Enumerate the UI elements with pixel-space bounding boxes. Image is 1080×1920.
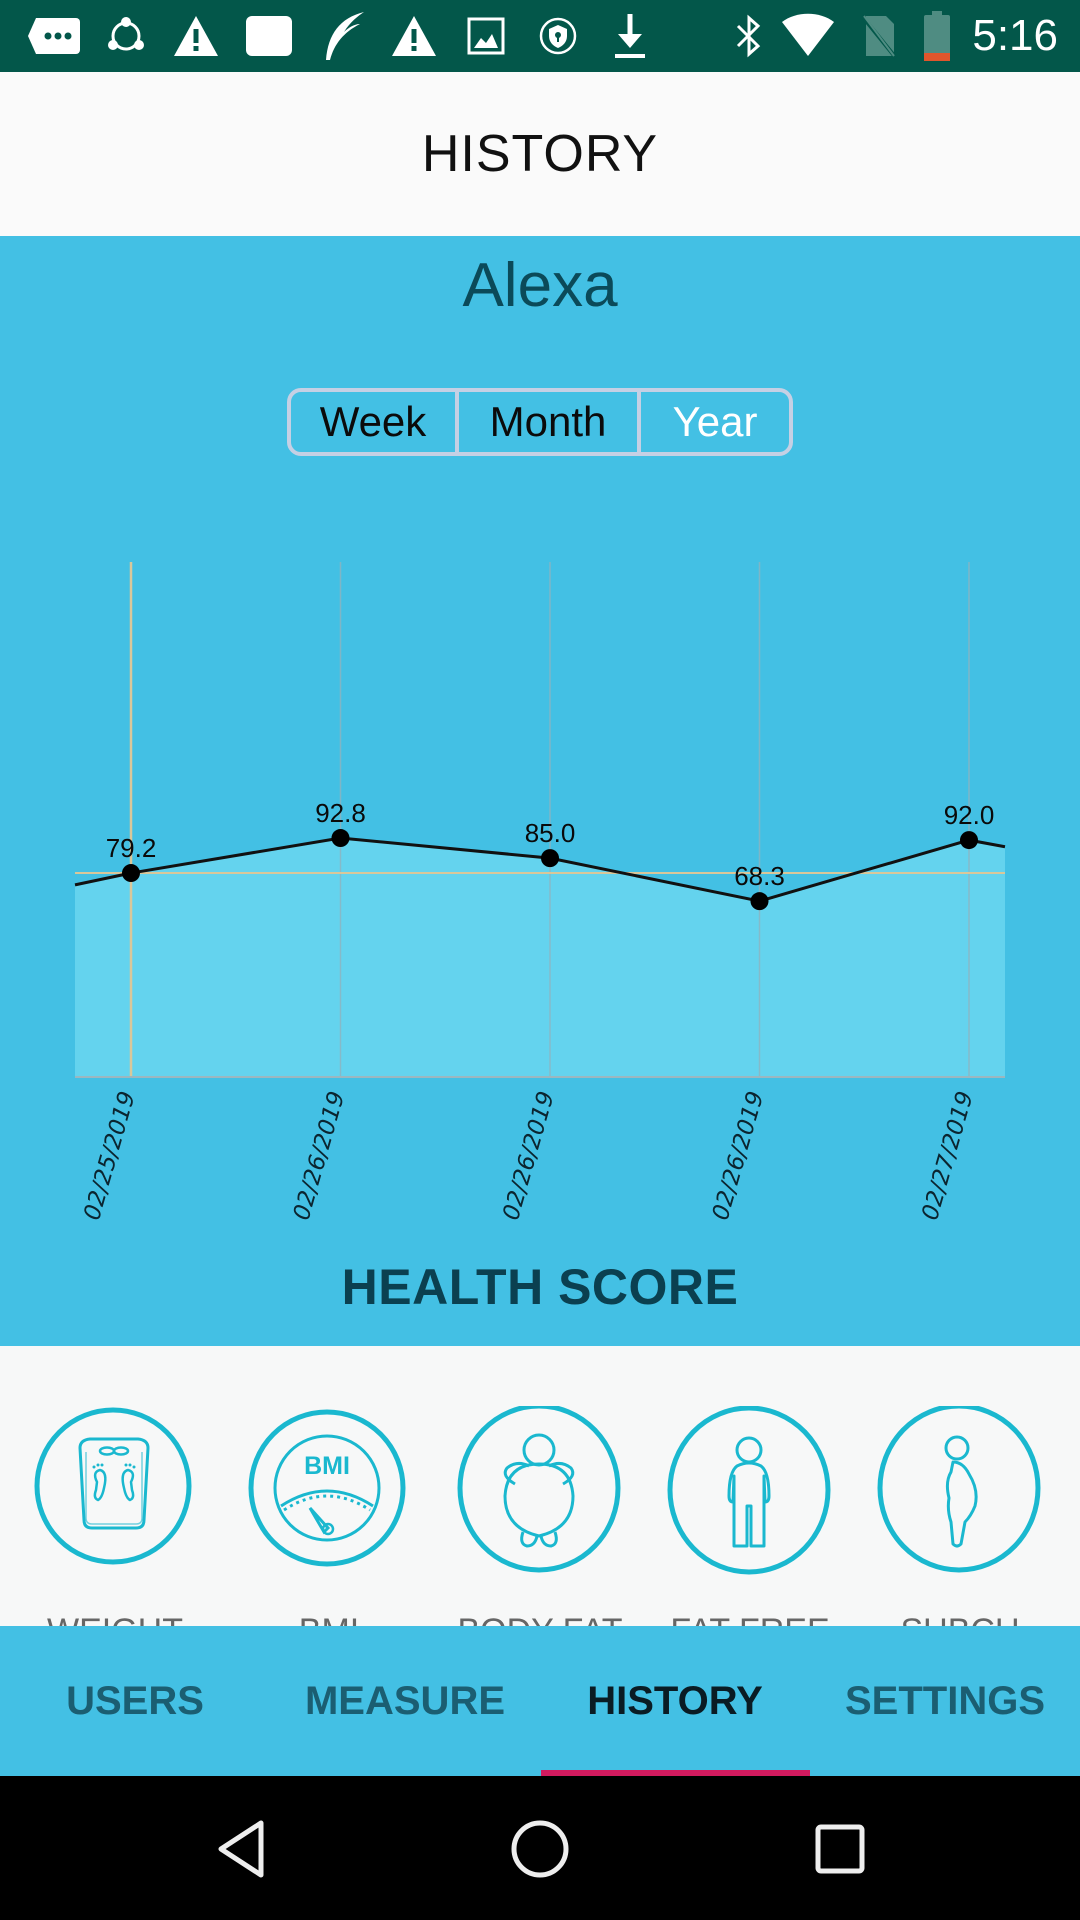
tab-history[interactable]: HISTORY <box>540 1626 810 1776</box>
x-tick-label: 02/26/2019 <box>498 1088 560 1223</box>
data-point[interactable] <box>541 849 559 868</box>
data-point[interactable] <box>331 829 350 848</box>
tab-measure[interactable]: MEASURE <box>270 1626 540 1776</box>
metric-fat-free[interactable]: FAT FREE <box>665 1346 835 1626</box>
metric-label: SUBCU <box>855 1612 1065 1626</box>
metric-body-fat[interactable]: BODY FAT <box>455 1346 625 1626</box>
home-icon <box>511 1820 569 1878</box>
data-point[interactable] <box>960 831 978 850</box>
health-score-chart[interactable]: 79.2 02/25/2019 92.8 02/26/2019 85.0 02/26/20… <box>0 0 1080 1346</box>
tab-users[interactable]: USERS <box>0 1626 270 1776</box>
metric-label: FAT FREE <box>645 1612 855 1626</box>
data-point[interactable] <box>750 892 769 911</box>
scale-icon <box>34 1407 192 1565</box>
system-nav-bar <box>0 1776 1080 1920</box>
data-value-label: 68.3 <box>734 861 785 891</box>
bottom-tab-bar: USERS MEASURE HISTORY SETTINGS <box>0 1626 1080 1776</box>
metric-bmi[interactable]: BMI BMI <box>244 1346 414 1626</box>
x-tick-label: 02/27/2019 <box>917 1088 979 1223</box>
metric-weight[interactable]: WEIGHT <box>30 1346 200 1626</box>
data-point[interactable] <box>122 864 140 883</box>
metric-label: WEIGHT <box>10 1612 220 1626</box>
recents-button[interactable] <box>795 1804 885 1894</box>
metric-icons-strip[interactable]: WEIGHT BMI BMI BODY FAT <box>0 1346 1080 1626</box>
bmi-gauge-icon: BMI <box>248 1409 406 1567</box>
metric-label: BODY FAT <box>435 1612 645 1626</box>
svg-text:BMI: BMI <box>304 1452 350 1480</box>
data-value-label: 92.0 <box>944 800 995 830</box>
metric-subcutaneous-fat[interactable]: SUBCU <box>875 1346 1045 1626</box>
back-button[interactable] <box>196 1804 286 1894</box>
body-fat-icon <box>457 1406 621 1573</box>
x-tick-label: 02/26/2019 <box>708 1088 770 1223</box>
data-value-label: 79.2 <box>106 833 157 863</box>
tab-settings[interactable]: SETTINGS <box>810 1626 1080 1776</box>
home-button[interactable] <box>495 1804 585 1894</box>
fat-free-body-icon <box>667 1406 831 1575</box>
x-tick-label: 02/25/2019 <box>79 1088 141 1223</box>
data-value-label: 85.0 <box>525 818 576 848</box>
x-tick-label: 02/26/2019 <box>289 1088 351 1223</box>
data-value-label: 92.8 <box>315 798 366 828</box>
back-icon <box>218 1820 264 1878</box>
subcutaneous-fat-icon <box>877 1406 1041 1573</box>
metric-label: BMI <box>224 1612 434 1626</box>
recents-icon <box>815 1824 865 1874</box>
